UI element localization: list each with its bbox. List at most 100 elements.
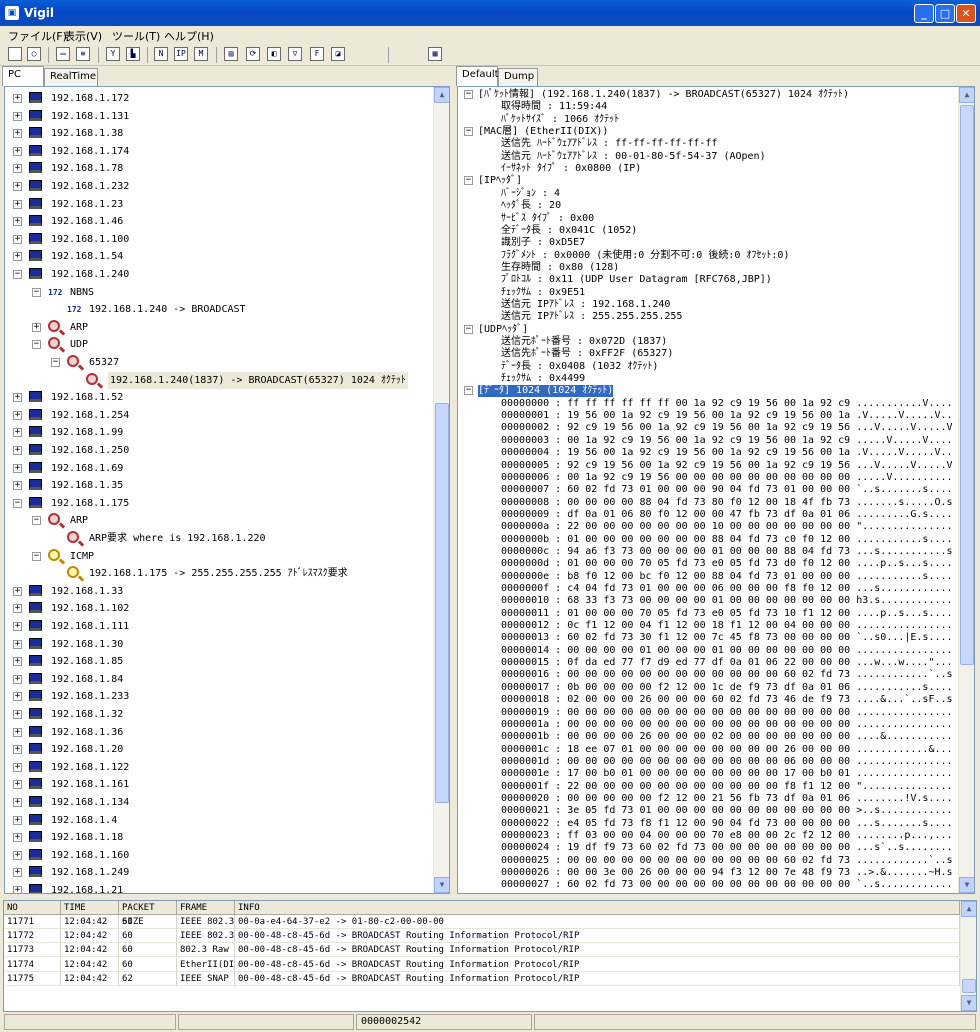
tree-node[interactable]: +192.168.1.111 bbox=[5, 618, 433, 635]
expand-icon[interactable]: + bbox=[13, 146, 22, 156]
tree-scrollbar[interactable]: ▲ ▼ bbox=[433, 87, 449, 893]
detail-line[interactable]: ﾌﾗｸﾞﾒﾝﾄ : 0x0000 (未使用:0 分割不可:0 後続:0 ｵﾌｾｯ… bbox=[458, 250, 958, 262]
font-icon[interactable]: F bbox=[310, 47, 324, 61]
expand-icon[interactable]: + bbox=[13, 182, 22, 191]
expand-icon[interactable]: + bbox=[13, 463, 22, 473]
maximize-button[interactable]: □ bbox=[935, 4, 955, 23]
detail-line[interactable]: 00000006 : 00 1a 92 c9 19 56 00 00 00 00… bbox=[458, 472, 958, 484]
detail-line[interactable]: 0000001b : 00 00 00 00 26 00 00 00 02 00… bbox=[458, 731, 958, 743]
detail-line[interactable]: 全ﾃﾞｰﾀ長 : 0x041C (1052) bbox=[458, 225, 958, 237]
expand-icon[interactable]: + bbox=[13, 710, 22, 719]
tree-node[interactable]: +192.168.1.84 bbox=[5, 671, 433, 688]
detail-line[interactable]: ﾃﾞｰﾀ長 : 0x0408 (1032 ｵｸﾃｯﾄ) bbox=[458, 361, 958, 373]
menu-file[interactable]: ファイル(F) bbox=[8, 28, 67, 44]
tree-node[interactable]: 172 192.168.1.240 -> BROADCAST bbox=[5, 301, 433, 318]
detail-line[interactable]: 00000021 : 3e 05 fd 73 01 00 00 00 00 00… bbox=[458, 805, 958, 817]
scroll-up-button[interactable]: ▲ bbox=[434, 87, 449, 103]
expand-icon[interactable]: + bbox=[13, 762, 22, 772]
expand-icon[interactable]: + bbox=[13, 639, 22, 649]
tree-node[interactable]: − 65327 bbox=[5, 354, 433, 371]
tree-node[interactable]: ARP要求 where is 192.168.1.220 bbox=[5, 530, 433, 547]
detail-line[interactable]: ﾊﾞｰｼﾞｮﾝ : 4 bbox=[458, 188, 958, 200]
tree-node[interactable]: +192.168.1.249 bbox=[5, 864, 433, 881]
detail-line[interactable]: 0000000e : b8 f0 12 00 bc f0 12 00 88 04… bbox=[458, 571, 958, 583]
expand-icon[interactable]: + bbox=[13, 217, 22, 227]
expand-icon[interactable]: + bbox=[13, 886, 22, 893]
tree-node[interactable]: +192.168.1.232 bbox=[5, 178, 433, 195]
detail-line[interactable]: 00000008 : 00 00 00 00 88 04 fd 73 80 f0… bbox=[458, 497, 958, 509]
chart-icon[interactable]: ▙ bbox=[126, 47, 140, 61]
detail-scrollbar[interactable]: ▲ ▼ bbox=[958, 87, 974, 893]
scroll-down-button[interactable]: ▼ bbox=[961, 995, 976, 1011]
tab-dump[interactable]: Dump bbox=[498, 68, 538, 86]
menu-help[interactable]: ヘルプ(H) bbox=[164, 28, 214, 44]
detail-line[interactable]: 生存時間 : 0x80 (128) bbox=[458, 262, 958, 274]
window-icon[interactable]: ▭ bbox=[56, 47, 70, 61]
tree-node[interactable]: +192.168.1.122 bbox=[5, 759, 433, 776]
detail-line[interactable]: ｻｰﾋﾞｽ ﾀｲﾌﾟ : 0x00 bbox=[458, 213, 958, 225]
tree-node[interactable]: − ICMP bbox=[5, 548, 433, 565]
detail-line[interactable]: − [UDPﾍｯﾀﾞ] bbox=[458, 324, 958, 336]
scroll-down-button[interactable]: ▼ bbox=[434, 877, 449, 893]
expand-icon[interactable]: + bbox=[13, 410, 22, 420]
tree-node[interactable]: +192.168.1.18 bbox=[5, 829, 433, 846]
detail-line[interactable]: 00000024 : 19 df f9 73 60 02 fd 73 00 00… bbox=[458, 842, 958, 854]
column-header[interactable]: PACKET SIZE bbox=[119, 901, 177, 927]
tree-node[interactable]: 192.168.1.175 -> 255.255.255.255 ｱﾄﾞﾚｽﾏｽ… bbox=[5, 565, 433, 582]
expand-icon[interactable]: + bbox=[13, 129, 22, 139]
tree-node[interactable]: +192.168.1.172 bbox=[5, 90, 433, 107]
detail-line[interactable]: 00000007 : 60 02 fd 73 01 00 00 00 90 04… bbox=[458, 484, 958, 496]
ip-icon[interactable]: IP bbox=[174, 47, 188, 61]
search-icon[interactable]: ○ bbox=[27, 47, 41, 61]
detail-line[interactable]: − [MAC層] (EtherII(DIX)) bbox=[458, 126, 958, 138]
tree-node[interactable]: +192.168.1.160 bbox=[5, 847, 433, 864]
detail-line[interactable]: 00000026 : 00 00 3e 00 26 00 00 00 94 f3… bbox=[458, 867, 958, 879]
expand-icon[interactable]: + bbox=[13, 622, 22, 631]
detail-line[interactable]: 00000005 : 92 c9 19 56 00 1a 92 c9 19 56… bbox=[458, 460, 958, 472]
detail-line[interactable]: 取得時間 : 11:59:44 bbox=[458, 101, 958, 113]
tree-node[interactable]: +192.168.1.69 bbox=[5, 460, 433, 477]
tab-pc[interactable]: PC bbox=[2, 66, 44, 86]
detail-line[interactable]: 00000025 : 00 00 00 00 00 00 00 00 00 00… bbox=[458, 855, 958, 867]
capture-icon[interactable]: ▤ bbox=[224, 47, 238, 61]
scroll-up-button[interactable]: ▲ bbox=[959, 87, 974, 103]
tree-node[interactable]: +192.168.1.35 bbox=[5, 477, 433, 494]
packet-detail-view[interactable]: − [ﾊﾟｹｯﾄ情報] (192.168.1.240(1837) -> BROAD… bbox=[457, 86, 975, 894]
tree-node[interactable]: +192.168.1.233 bbox=[5, 688, 433, 705]
expand-icon[interactable]: + bbox=[13, 727, 22, 737]
tab-default[interactable]: Default bbox=[456, 66, 499, 86]
detail-line[interactable]: 0000001e : 17 00 b0 01 00 00 00 00 00 00… bbox=[458, 768, 958, 780]
expand-icon[interactable]: + bbox=[13, 446, 22, 455]
packet-list[interactable]: NO TIME PACKET SIZE FRAME INFO 11771 12:04:42… bbox=[3, 900, 977, 1012]
detail-line[interactable]: 00000004 : 19 56 00 1a 92 c9 19 56 00 1a… bbox=[458, 447, 958, 459]
detail-line[interactable]: 00000010 : 68 33 f3 73 00 00 00 00 01 00… bbox=[458, 595, 958, 607]
detail-line[interactable]: 00000001 : 19 56 00 1a 92 c9 19 56 00 1a… bbox=[458, 410, 958, 422]
new-file-icon[interactable] bbox=[8, 47, 22, 61]
expand-icon[interactable]: + bbox=[13, 586, 22, 596]
expand-icon[interactable]: + bbox=[13, 393, 22, 403]
expand-icon[interactable]: + bbox=[13, 815, 22, 825]
expand-icon[interactable]: + bbox=[13, 111, 22, 121]
menu-view[interactable]: 表示(V) bbox=[64, 28, 102, 44]
collapse-icon[interactable]: − bbox=[464, 386, 473, 396]
expand-icon[interactable]: + bbox=[13, 798, 22, 807]
column-header[interactable]: TIME bbox=[61, 901, 119, 915]
expand-icon[interactable]: + bbox=[13, 199, 22, 209]
collapse-icon[interactable]: − bbox=[51, 358, 60, 367]
detail-line[interactable]: ﾌﾟﾛﾄｺﾙ : 0x11 (UDP User Datagram [RFC768… bbox=[458, 274, 958, 286]
tree-node[interactable]: − UDP bbox=[5, 336, 433, 353]
collapse-icon[interactable]: − bbox=[32, 551, 41, 561]
expand-icon[interactable]: + bbox=[13, 674, 22, 684]
tree-node[interactable]: +192.168.1.52 bbox=[5, 389, 433, 406]
tree-node[interactable]: − 192.168.1.175 bbox=[5, 495, 433, 512]
tree-node[interactable]: +192.168.1.134 bbox=[5, 794, 433, 811]
detail-line[interactable]: 0000001c : 18 ee 07 01 00 00 00 00 00 00… bbox=[458, 744, 958, 756]
expand-icon[interactable]: + bbox=[13, 850, 22, 860]
tree-node[interactable]: +192.168.1.21 bbox=[5, 882, 433, 893]
detail-line[interactable]: ﾁｪｯｸｻﾑ : 0x4499 bbox=[458, 373, 958, 385]
detail-line[interactable]: 00000013 : 60 02 fd 73 30 f1 12 00 7c 45… bbox=[458, 632, 958, 644]
collapse-icon[interactable]: − bbox=[464, 176, 473, 186]
tree-node[interactable]: +192.168.1.99 bbox=[5, 424, 433, 441]
detail-line[interactable]: 送信元 IPｱﾄﾞﾚｽ : 192.168.1.240 bbox=[458, 299, 958, 311]
tree-node[interactable]: +192.168.1.38 bbox=[5, 125, 433, 142]
